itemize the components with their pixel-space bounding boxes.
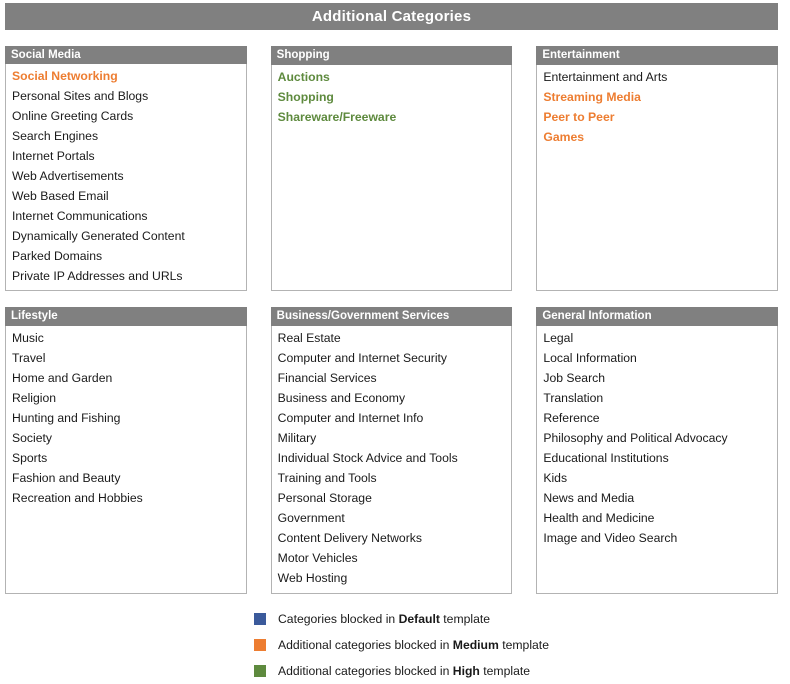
category-item: Games: [543, 130, 584, 144]
category-item: Dynamically Generated Content: [12, 229, 185, 243]
category-item: Search Engines: [12, 129, 99, 143]
category-item: Music: [12, 331, 44, 345]
panel-row-bottom: Lifestyle Music Travel Home and Garden Relig…: [5, 307, 779, 594]
panel-header-general-information: General Information: [536, 307, 779, 326]
category-item: Content Delivery Networks: [277, 531, 422, 545]
panel-body-shopping: Auctions Shopping Shareware/Freeware: [270, 65, 513, 291]
category-item: Fashion and Beauty: [12, 471, 121, 485]
category-item: Individual Stock Advice and Tools: [277, 451, 458, 465]
category-item: Business and Economy: [277, 391, 406, 405]
panel-header-social-media: Social Media: [5, 46, 247, 64]
legend-label-suffix: template: [479, 664, 531, 678]
category-item: Parked Domains: [12, 249, 103, 263]
legend-label: Additional categories blocked in Medium …: [278, 638, 549, 652]
category-item: Streaming Media: [543, 90, 641, 104]
category-item: Entertainment and Arts: [543, 70, 668, 84]
category-item: Local Information: [543, 351, 637, 365]
panel-header-lifestyle: Lifestyle: [5, 307, 247, 326]
page-title-banner: Additional Categories: [5, 3, 778, 30]
category-item: Translation: [543, 391, 604, 405]
category-item: Social Networking: [12, 69, 118, 83]
category-item: Personal Sites and Blogs: [12, 89, 149, 103]
page-title: Additional Categories: [311, 8, 472, 25]
legend-label-emphasis: Default: [398, 612, 440, 626]
legend-label-suffix: template: [498, 638, 549, 652]
category-panel-general-information: General Information Legal Local Informatio…: [536, 307, 779, 594]
category-item: Society: [12, 431, 52, 445]
panel-row-top: Social Media Social Networking Personal Si…: [5, 46, 779, 291]
legend-label-prefix: Additional categories blocked in: [278, 638, 453, 652]
legend-label-prefix: Categories blocked in: [278, 612, 399, 626]
category-item: Legal: [543, 331, 574, 345]
legend-label-emphasis: Medium: [452, 638, 499, 652]
category-item: Internet Portals: [12, 149, 95, 163]
category-item: Web Hosting: [277, 571, 348, 585]
category-panel-lifestyle: Lifestyle Music Travel Home and Garden Relig…: [5, 307, 247, 594]
category-item: Image and Video Search: [543, 531, 678, 545]
category-item: Health and Medicine: [543, 511, 655, 525]
panel-body-entertainment: Entertainment and Arts Streaming Media Pee…: [536, 65, 779, 291]
panel-body-lifestyle: Music Travel Home and Garden Religion Huntin…: [5, 326, 247, 594]
category-item: Computer and Internet Security: [277, 351, 448, 365]
category-item: Sports: [12, 451, 48, 465]
panel-header-entertainment: Entertainment: [536, 46, 779, 65]
category-item: Training and Tools: [277, 471, 377, 485]
category-item: Real Estate: [277, 331, 341, 345]
category-panel-grid: Social Media Social Networking Personal Si…: [5, 46, 779, 594]
category-item: Religion: [12, 391, 57, 405]
category-item: Philosophy and Political Advocacy: [543, 431, 728, 445]
legend-row-legend-high: Additional categories blocked in High te…: [254, 658, 674, 684]
category-item: Shareware/Freeware: [277, 110, 397, 124]
category-item: Online Greeting Cards: [12, 109, 134, 123]
panel-body-general-information: Legal Local Information Job Search Translat…: [536, 326, 779, 594]
category-item: Web Based Email: [12, 189, 109, 203]
category-item: Shopping: [277, 90, 334, 104]
category-item: Job Search: [543, 371, 605, 385]
category-item: Auctions: [277, 70, 330, 84]
panel-header-shopping: Shopping: [270, 46, 513, 65]
category-panel-business-government-services: Business/Government Services Real Estate C…: [270, 307, 513, 594]
legend-label: Additional categories blocked in High te…: [278, 664, 530, 678]
panel-header-business-government-services: Business/Government Services: [270, 307, 513, 326]
legend: Categories blocked in Default template Ad…: [254, 606, 674, 684]
category-panel-shopping: Shopping Auctions Shopping Shareware/Freewa…: [270, 46, 513, 291]
category-item: Recreation and Hobbies: [12, 491, 143, 505]
legend-label: Categories blocked in Default template: [278, 612, 490, 626]
category-panel-entertainment: Entertainment Entertainment and Arts Strea…: [536, 46, 779, 291]
panel-body-business-government-services: Real Estate Computer and Internet Securit…: [270, 326, 513, 594]
legend-label-emphasis: High: [452, 664, 480, 678]
category-item: Reference: [543, 411, 600, 425]
legend-label-suffix: template: [439, 612, 491, 626]
category-item: Educational Institutions: [543, 451, 669, 465]
category-item: Internet Communications: [12, 209, 148, 223]
category-item: Financial Services: [277, 371, 377, 385]
category-item: Web Advertisements: [12, 169, 124, 183]
category-item: News and Media: [543, 491, 635, 505]
legend-swatch-icon: [254, 639, 266, 651]
category-item: Computer and Internet Info: [277, 411, 424, 425]
category-item: Travel: [12, 351, 46, 365]
legend-swatch-icon: [254, 665, 266, 677]
category-item: Hunting and Fishing: [12, 411, 121, 425]
category-item: Peer to Peer: [543, 110, 615, 124]
category-item: Military: [277, 431, 317, 445]
panel-body-social-media: Social Networking Personal Sites and Blog…: [5, 64, 247, 291]
category-item: Motor Vehicles: [277, 551, 358, 565]
legend-swatch-icon: [254, 613, 266, 625]
legend-row-legend-medium: Additional categories blocked in Medium …: [254, 632, 674, 658]
category-item: Personal Storage: [277, 491, 372, 505]
category-item: Government: [277, 511, 345, 525]
category-item: Private IP Addresses and URLs: [12, 269, 183, 283]
legend-row-legend-default: Categories blocked in Default template: [254, 606, 674, 632]
category-item: Kids: [543, 471, 568, 485]
legend-label-prefix: Additional categories blocked in: [278, 664, 453, 678]
category-item: Home and Garden: [12, 371, 113, 385]
category-panel-social-media: Social Media Social Networking Personal Si…: [5, 46, 247, 291]
